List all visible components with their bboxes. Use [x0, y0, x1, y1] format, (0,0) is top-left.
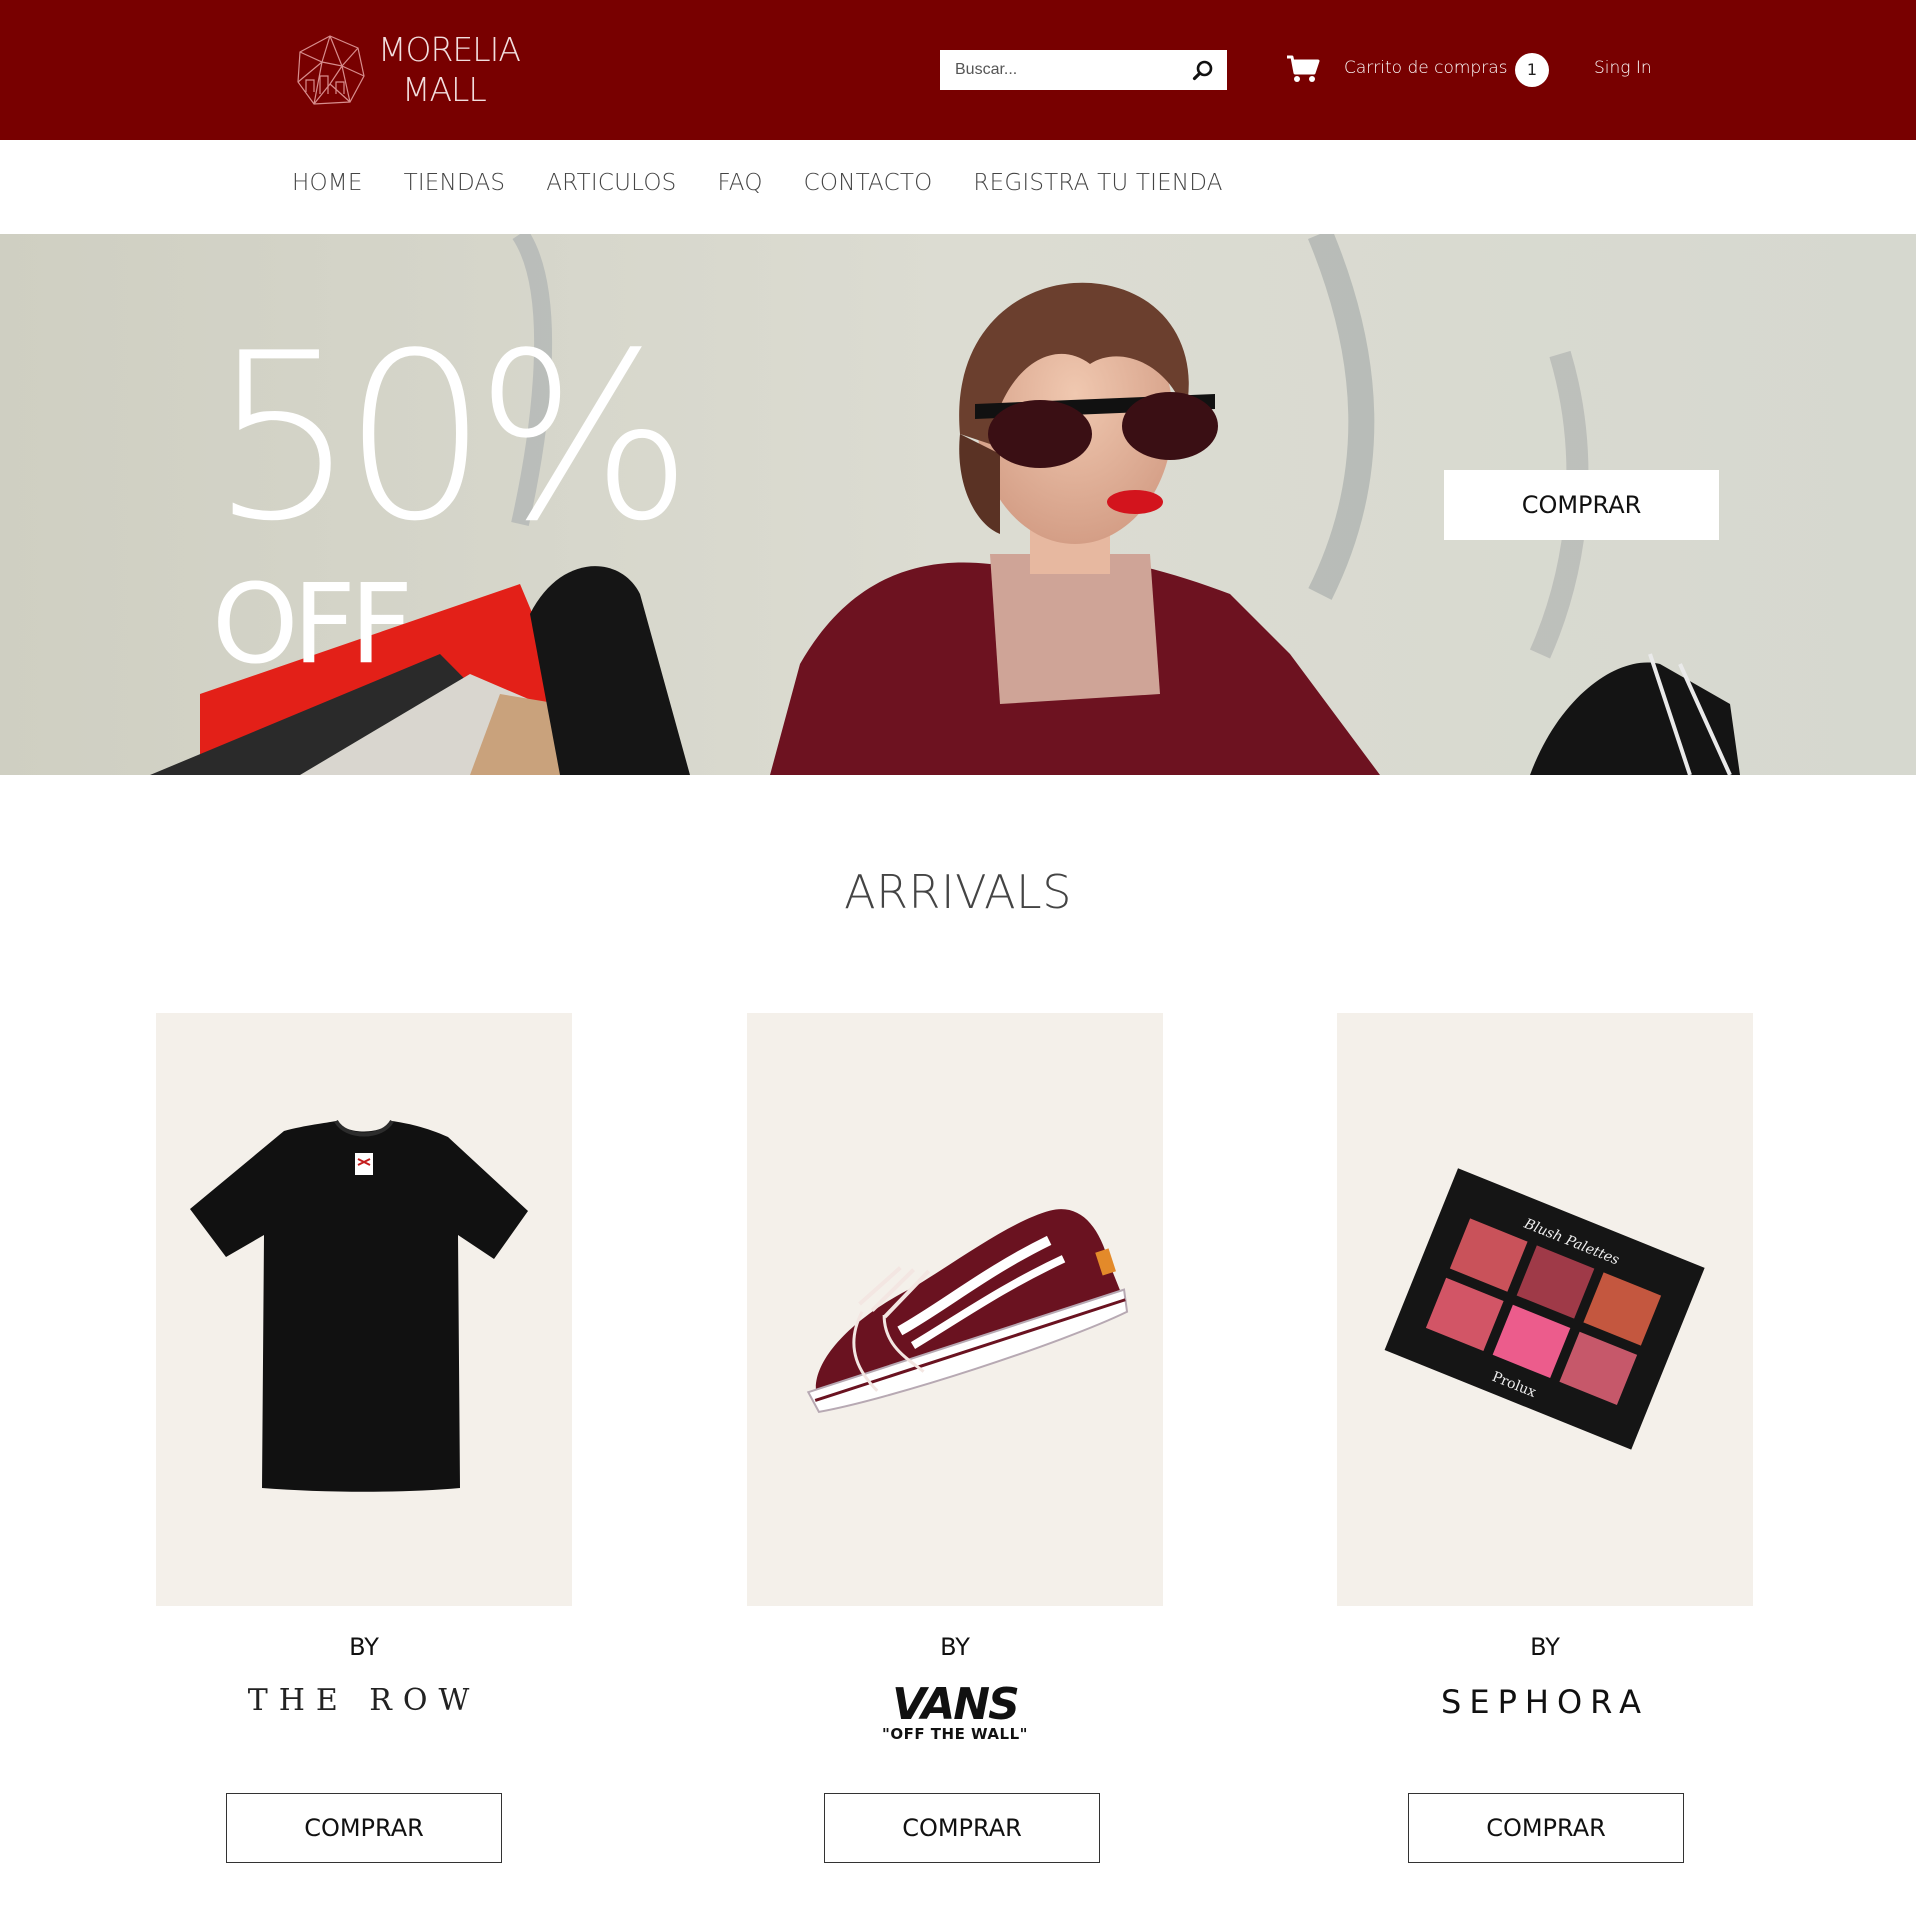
buy-button[interactable]: COMPRAR: [1408, 1793, 1684, 1863]
product-by-label: BY: [940, 1633, 970, 1661]
nav-item-contacto[interactable]: CONTACTO: [804, 170, 933, 196]
nav-item-home[interactable]: HOME: [292, 170, 363, 196]
hero-discount: 50%: [210, 305, 693, 572]
logo-line-1: MORELIA: [378, 30, 521, 69]
cart-icon[interactable]: [1286, 54, 1320, 84]
search-box: [940, 50, 1227, 90]
brand-logo-the-row[interactable]: THE ROW: [156, 1683, 572, 1718]
main-nav: HOME TIENDAS ARTICULOS FAQ CONTACTO REGI…: [0, 140, 1916, 234]
product-card-the-row: BY THE ROW COMPRAR: [156, 1013, 572, 1863]
logo[interactable]: MORELIA MALL: [292, 30, 532, 110]
brand-name: SEPHORA: [1441, 1683, 1649, 1721]
cart-label[interactable]: Carrito de compras: [1344, 58, 1507, 78]
logo-line-2: MALL: [402, 70, 487, 109]
product-by-label: BY: [349, 1633, 379, 1661]
brand-logo-vans[interactable]: VANS "OFF THE WALL": [747, 1683, 1163, 1744]
nav-item-tiendas[interactable]: TIENDAS: [404, 170, 506, 196]
tshirt-image: [190, 1119, 528, 1492]
nav-item-faq[interactable]: FAQ: [717, 170, 762, 196]
hero-buy-button[interactable]: COMPRAR: [1444, 470, 1719, 540]
top-bar: MORELIA MALL Carrito de compras 1 Sing I…: [0, 0, 1916, 140]
blush-palette-image: Blush Palettes Prolux: [1384, 1168, 1705, 1450]
product-image-tshirt[interactable]: [156, 1013, 572, 1606]
search-input[interactable]: [940, 50, 1180, 90]
logo-icon: [297, 35, 365, 105]
product-card-vans: BY VANS "OFF THE WALL" COMPRAR: [747, 1013, 1163, 1863]
product-image-blush-palette[interactable]: Blush Palettes Prolux: [1337, 1013, 1753, 1606]
signin-link[interactable]: Sing In: [1594, 58, 1652, 78]
nav-item-articulos[interactable]: ARTICULOS: [546, 170, 676, 196]
arrivals-title: ARRIVALS: [844, 865, 1072, 919]
brand-logo-sephora[interactable]: SEPHORA: [1337, 1683, 1753, 1721]
product-card-sephora: Blush Palettes Prolux BY SEPHORA COMPRAR: [1337, 1013, 1753, 1863]
hero-banner: 50% OFF COMPRAR: [0, 234, 1916, 775]
brand-name: VANS: [892, 1679, 1020, 1730]
logo-text: MORELIA MALL: [378, 30, 521, 110]
brand-tagline: "OFF THE WALL": [882, 1725, 1028, 1743]
search-button[interactable]: [1179, 50, 1227, 90]
sneaker-image: [806, 1209, 1129, 1414]
product-by-label: BY: [1530, 1633, 1560, 1661]
brand-name: THE ROW: [247, 1683, 481, 1718]
buy-button[interactable]: COMPRAR: [226, 1793, 502, 1863]
product-image-sneaker[interactable]: [747, 1013, 1163, 1606]
buy-button[interactable]: COMPRAR: [824, 1793, 1100, 1863]
search-icon: [1192, 60, 1213, 81]
nav-item-registra-tienda[interactable]: REGISTRA TU TIENDA: [973, 170, 1222, 196]
hero-off-label: OFF: [212, 560, 413, 688]
cart-count-badge: 1: [1515, 53, 1549, 87]
